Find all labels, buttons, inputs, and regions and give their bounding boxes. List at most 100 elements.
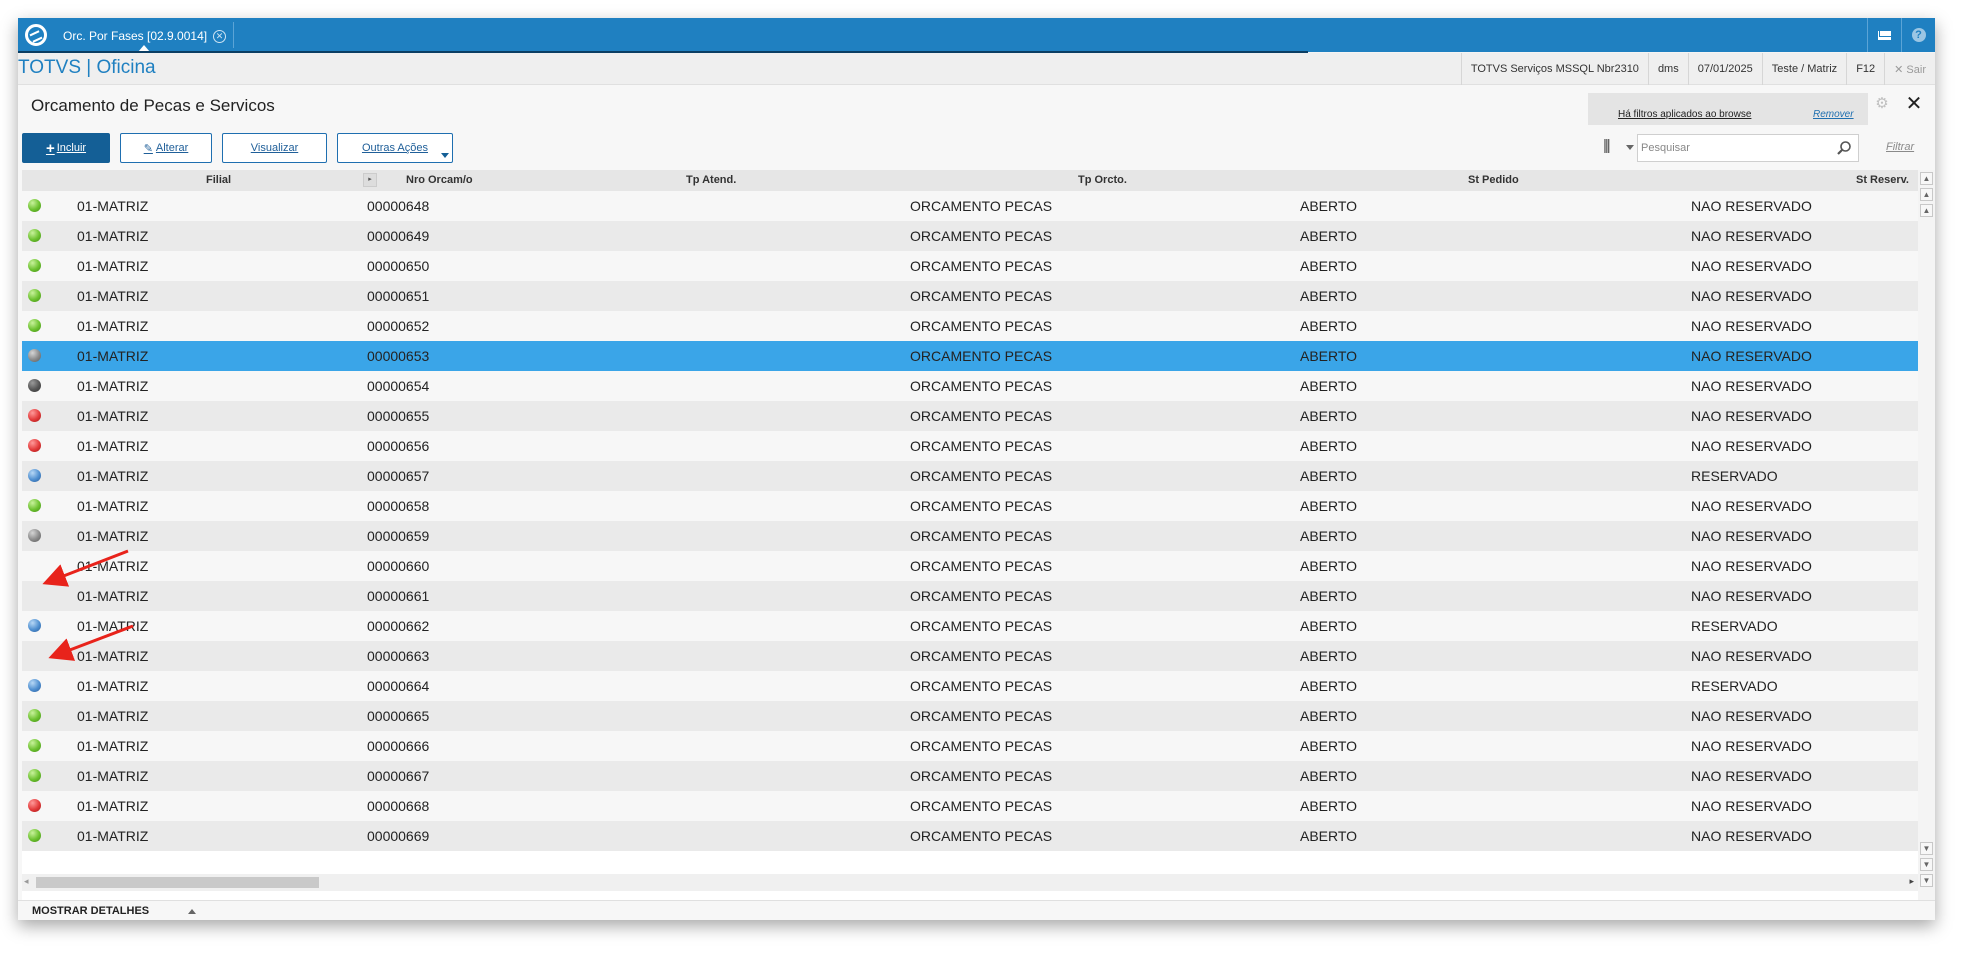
table-row[interactable]: 01-MATRIZ 00000666 ORCAMENTO PECAS ABERTO NA…	[22, 731, 1918, 761]
visualizar-button[interactable]: Visualizar	[222, 133, 327, 163]
table-row[interactable]: 01-MATRIZ 00000669 ORCAMENTO PECAS ABERTO NA…	[22, 821, 1918, 851]
status-legend-icon[interactable]	[28, 679, 41, 692]
column-header-st-reserv[interactable]: St Reserv.	[1856, 174, 1909, 186]
table-row[interactable]: 01-MATRIZ 00000659 ORCAMENTO PECAS ABERTO NA…	[22, 521, 1918, 551]
scroll-last-icon[interactable]: ▼	[1920, 874, 1933, 887]
status-legend-icon[interactable]	[28, 499, 41, 512]
column-header-tp-orcto[interactable]: Tp Orcto.	[1078, 174, 1127, 186]
table-row[interactable]: 01-MATRIZ 00000662 ORCAMENTO PECAS ABERTO RE…	[22, 611, 1918, 641]
outras-acoes-button[interactable]: Outras Ações	[337, 133, 453, 163]
cell-nro-orcamento: 00000656	[367, 438, 430, 454]
table-row[interactable]: 01-MATRIZ 00000649 ORCAMENTO PECAS ABERTO NA…	[22, 221, 1918, 251]
grid-rows: 01-MATRIZ 00000648 ORCAMENTO PECAS ABERTO NA…	[22, 191, 1918, 851]
scroll-up-icon[interactable]: ▲	[1920, 204, 1933, 217]
cell-filial: 01-MATRIZ	[77, 288, 149, 304]
table-row[interactable]: 01-MATRIZ 00000663 ORCAMENTO PECAS ABERTO NA…	[22, 641, 1918, 671]
cell-filial: 01-MATRIZ	[77, 528, 149, 544]
status-legend-icon[interactable]	[28, 349, 41, 362]
table-row[interactable]: 01-MATRIZ 00000667 ORCAMENTO PECAS ABERTO NA…	[22, 761, 1918, 791]
cell-st-pedido: ABERTO	[1300, 258, 1358, 274]
status-legend-icon[interactable]	[28, 769, 41, 782]
column-header-tp-atend[interactable]: Tp Atend.	[686, 174, 736, 186]
column-header-st-pedido[interactable]: St Pedido	[1468, 174, 1519, 186]
table-row[interactable]: 01-MATRIZ 00000664 ORCAMENTO PECAS ABERTO RE…	[22, 671, 1918, 701]
help-icon[interactable]: ?	[1901, 18, 1935, 52]
status-legend-icon[interactable]	[28, 619, 41, 632]
cell-filial: 01-MATRIZ	[77, 438, 149, 454]
scroll-left-icon[interactable]: ◂	[24, 876, 29, 887]
status-legend-icon[interactable]	[28, 799, 41, 812]
cell-st-reserv: NAO RESERVADO	[1691, 588, 1812, 604]
cell-tp-orcto: ORCAMENTO PECAS	[910, 408, 1053, 424]
totvs-logo-icon[interactable]	[18, 18, 53, 52]
horizontal-scrollbar[interactable]: ◂ ▸	[22, 874, 1918, 891]
filter-notice-text[interactable]: Há filtros aplicados ao browse	[1618, 109, 1751, 120]
cell-filial: 01-MATRIZ	[77, 738, 149, 754]
scroll-down-icon[interactable]: ▼	[1920, 842, 1933, 855]
table-row[interactable]: 01-MATRIZ 00000657 ORCAMENTO PECAS ABERTO RE…	[22, 461, 1918, 491]
status-legend-icon[interactable]	[28, 739, 41, 752]
cell-st-reserv: NAO RESERVADO	[1691, 288, 1812, 304]
status-legend-icon[interactable]	[28, 289, 41, 302]
table-row[interactable]: 01-MATRIZ 00000651 ORCAMENTO PECAS ABERTO NA…	[22, 281, 1918, 311]
date-info[interactable]: 07/01/2025	[1687, 53, 1762, 85]
filtrar-link[interactable]: Filtrar	[1886, 141, 1914, 153]
details-bar[interactable]: MOSTRAR DETALHES	[18, 900, 1935, 920]
vertical-scrollbar[interactable]: ▲ ▲ ▲ ▼ ▼ ▼	[1918, 170, 1935, 900]
table-row[interactable]: 01-MATRIZ 00000656 ORCAMENTO PECAS ABERTO NA…	[22, 431, 1918, 461]
status-legend-icon[interactable]	[28, 259, 41, 272]
cell-nro-orcamento: 00000651	[367, 288, 430, 304]
status-legend-icon[interactable]	[28, 529, 41, 542]
status-legend-icon[interactable]	[28, 199, 41, 212]
status-legend-icon[interactable]	[28, 229, 41, 242]
mostrar-detalhes-toggle[interactable]: MOSTRAR DETALHES	[32, 905, 149, 917]
alterar-button[interactable]: ✎ Alterar	[120, 133, 212, 163]
cell-nro-orcamento: 00000658	[367, 498, 430, 514]
column-header-filial[interactable]: Filial	[206, 174, 231, 186]
mail-icon[interactable]	[1867, 18, 1901, 52]
status-legend-icon[interactable]	[28, 709, 41, 722]
scroll-first-icon[interactable]: ▲	[1920, 172, 1933, 185]
expand-caret-icon[interactable]	[188, 909, 196, 914]
scroll-right-icon[interactable]: ▸	[1909, 876, 1914, 887]
table-row[interactable]: 01-MATRIZ 00000648 ORCAMENTO PECAS ABERTO NA…	[22, 191, 1918, 221]
status-legend-icon[interactable]	[28, 439, 41, 452]
columns-caret-icon[interactable]	[1626, 145, 1634, 150]
horizontal-scroll-thumb[interactable]	[36, 877, 319, 888]
table-row[interactable]: 01-MATRIZ 00000668 ORCAMENTO PECAS ABERTO NA…	[22, 791, 1918, 821]
tab-close-icon[interactable]: ✕	[213, 29, 227, 43]
incluir-button[interactable]: + Incluir	[22, 133, 110, 163]
exit-button[interactable]: ✕ Sair	[1884, 53, 1935, 85]
table-row[interactable]: 01-MATRIZ 00000660 ORCAMENTO PECAS ABERTO NA…	[22, 551, 1918, 581]
cell-tp-orcto: ORCAMENTO PECAS	[910, 528, 1053, 544]
scroll-page-down-icon[interactable]: ▼	[1920, 858, 1933, 871]
search-input[interactable]	[1641, 140, 1831, 156]
table-row[interactable]: 01-MATRIZ 00000655 ORCAMENTO PECAS ABERTO NA…	[22, 401, 1918, 431]
status-legend-icon[interactable]	[28, 409, 41, 422]
status-legend-icon[interactable]	[28, 379, 41, 392]
cell-st-reserv: NAO RESERVADO	[1691, 798, 1812, 814]
f12-button[interactable]: F12	[1846, 53, 1884, 85]
plus-icon: +	[45, 139, 55, 157]
table-row[interactable]: 01-MATRIZ 00000652 ORCAMENTO PECAS ABERTO NA…	[22, 311, 1918, 341]
search-icon[interactable]	[1836, 140, 1852, 156]
table-row[interactable]: 01-MATRIZ 00000650 ORCAMENTO PECAS ABERTO NA…	[22, 251, 1918, 281]
status-legend-icon[interactable]	[28, 319, 41, 332]
search-box	[1637, 134, 1859, 162]
cell-filial: 01-MATRIZ	[77, 348, 149, 364]
status-legend-icon[interactable]	[28, 469, 41, 482]
cell-nro-orcamento: 00000655	[367, 408, 430, 424]
table-row[interactable]: 01-MATRIZ 00000654 ORCAMENTO PECAS ABERTO NA…	[22, 371, 1918, 401]
settings-icon[interactable]: ⚙	[1873, 95, 1891, 113]
table-row[interactable]: 01-MATRIZ 00000661 ORCAMENTO PECAS ABERTO NA…	[22, 581, 1918, 611]
scroll-page-up-icon[interactable]: ▲	[1920, 188, 1933, 201]
column-header-nro-orcamento[interactable]: Nro Orcam/o	[406, 174, 473, 186]
remove-filter-link[interactable]: Remover	[1813, 109, 1854, 120]
table-row[interactable]: 01-MATRIZ 00000665 ORCAMENTO PECAS ABERTO NA…	[22, 701, 1918, 731]
table-row[interactable]: 01-MATRIZ 00000653 ORCAMENTO PECAS ABERTO NA…	[22, 341, 1918, 371]
table-row[interactable]: 01-MATRIZ 00000658 ORCAMENTO PECAS ABERTO NA…	[22, 491, 1918, 521]
column-expand-icon[interactable]: ▸	[363, 173, 377, 187]
status-legend-icon[interactable]	[28, 829, 41, 842]
company-info[interactable]: Teste / Matriz	[1761, 53, 1846, 85]
close-icon[interactable]: ✕	[1902, 92, 1926, 116]
